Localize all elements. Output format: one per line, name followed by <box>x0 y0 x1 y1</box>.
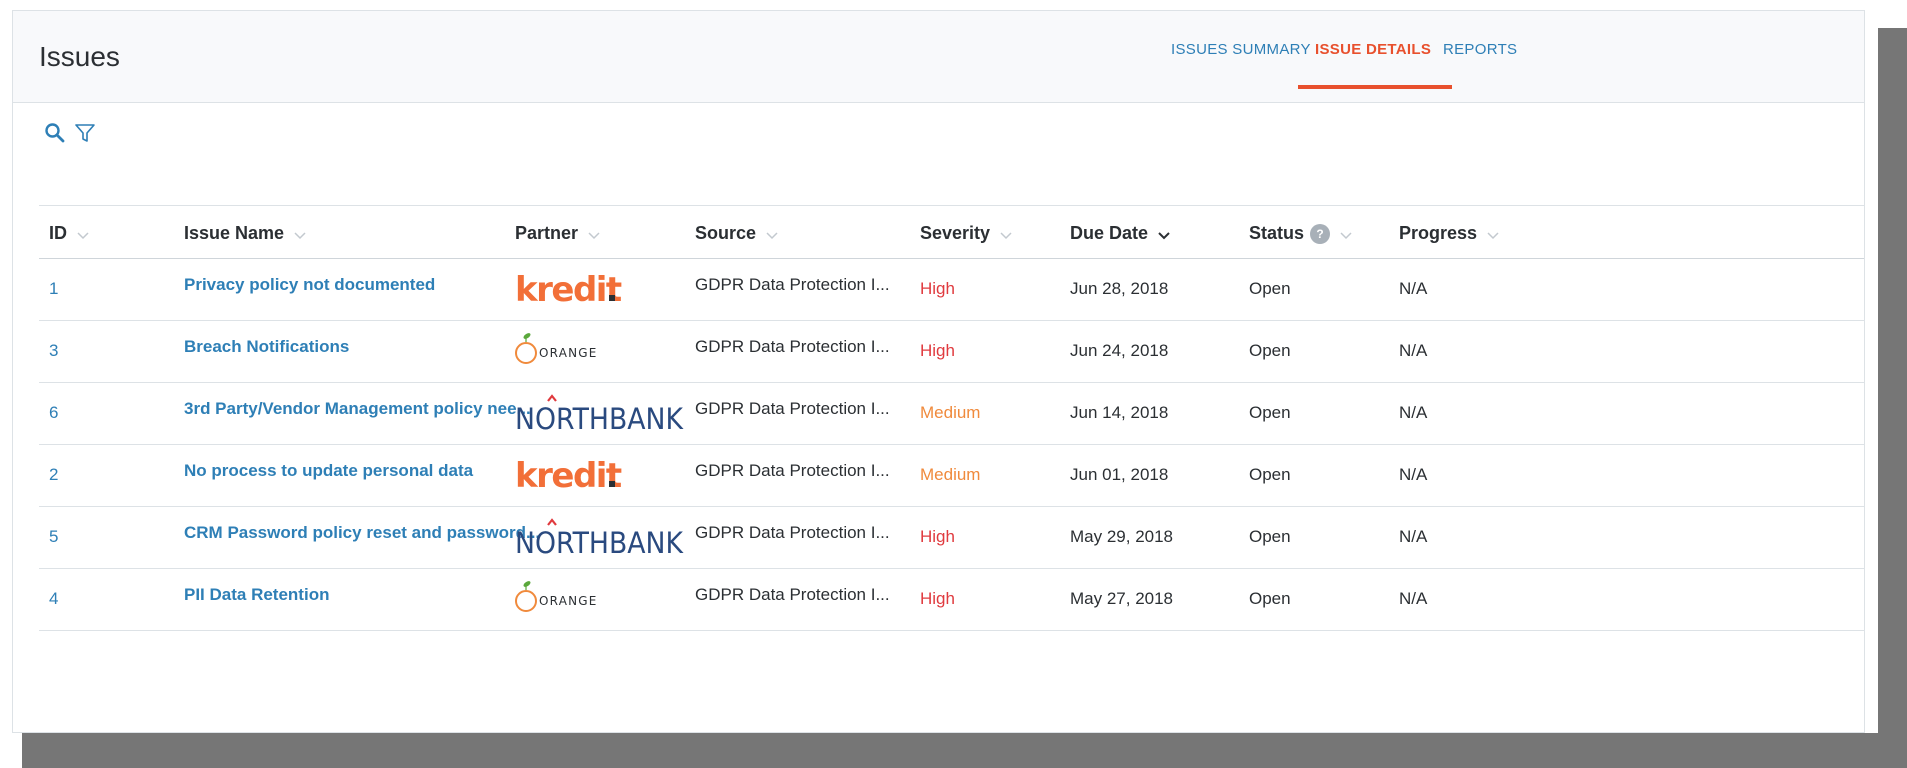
table-row[interactable]: 5 CRM Password policy reset and password… <box>39 507 1864 569</box>
chevron-down-icon <box>766 224 778 245</box>
due-date-cell: Jun 14, 2018 <box>1070 403 1169 422</box>
chevron-down-icon <box>588 224 600 245</box>
severity-cell: High <box>920 279 955 298</box>
table-row[interactable]: 3 Breach Notifications ORANGE GDPR Data … <box>39 321 1864 383</box>
column-header-status[interactable]: Status? <box>1249 223 1352 245</box>
issue-name-link[interactable]: 3rd Party/Vendor Management policy nee..… <box>184 399 531 419</box>
issues-panel: Issues ISSUES SUMMARY ISSUE DETAILS REPO… <box>12 10 1865 733</box>
column-label: Partner <box>515 223 579 243</box>
column-label: Due Date <box>1070 223 1149 243</box>
status-cell: Open <box>1249 279 1291 298</box>
status-cell: Open <box>1249 527 1291 546</box>
issue-name-link[interactable]: No process to update personal data <box>184 461 473 481</box>
partner-logo-orange: ORANGE <box>515 577 625 626</box>
source-cell: GDPR Data Protection I... <box>695 523 890 542</box>
page-header: Issues ISSUES SUMMARY ISSUE DETAILS REPO… <box>13 11 1864 103</box>
issue-name-link[interactable]: Privacy policy not documented <box>184 275 435 295</box>
issue-id-link[interactable]: 2 <box>49 465 58 485</box>
source-cell: GDPR Data Protection I... <box>695 275 890 294</box>
svg-text:NORTHBANK: NORTHBANK <box>515 402 684 435</box>
svg-text:kredit: kredit <box>515 456 622 496</box>
svg-text:ORANGE: ORANGE <box>539 594 598 608</box>
partner-logo-northbank: NORTHBANK <box>515 391 685 440</box>
status-cell: Open <box>1249 589 1291 608</box>
partner-logo-orange: ORANGE <box>515 329 625 378</box>
window-shadow-right <box>1878 28 1907 768</box>
issue-id-link[interactable]: 3 <box>49 341 58 361</box>
svg-text:kredit: kredit <box>515 270 622 310</box>
table-header: ID Issue Name Partner Source Severity Du… <box>39 205 1864 259</box>
svg-text:NORTHBANK: NORTHBANK <box>515 526 684 559</box>
source-cell: GDPR Data Protection I... <box>695 461 890 480</box>
column-header-source[interactable]: Source <box>695 223 778 245</box>
issue-id-link[interactable]: 6 <box>49 403 58 423</box>
issue-name-link[interactable]: Breach Notifications <box>184 337 349 357</box>
column-label: Status <box>1249 223 1305 243</box>
partner-logo-kredit: kredit <box>515 267 625 316</box>
table-row[interactable]: 2 No process to update personal data kre… <box>39 445 1864 507</box>
issue-name-link[interactable]: PII Data Retention <box>184 585 329 605</box>
table-row[interactable]: 1 Privacy policy not documented kredit G… <box>39 259 1864 321</box>
issue-id-link[interactable]: 4 <box>49 589 58 609</box>
column-header-partner[interactable]: Partner <box>515 223 600 245</box>
active-tab-indicator <box>1298 85 1452 89</box>
tab-issue-details[interactable]: ISSUE DETAILS <box>1315 41 1431 58</box>
window-shadow-bottom <box>22 733 1907 768</box>
search-icon[interactable] <box>43 121 67 145</box>
column-label: Issue Name <box>184 223 285 243</box>
severity-cell: High <box>920 527 955 546</box>
progress-cell: N/A <box>1399 465 1428 484</box>
status-cell: Open <box>1249 403 1291 422</box>
severity-cell: High <box>920 341 955 360</box>
column-label: Source <box>695 223 757 243</box>
progress-cell: N/A <box>1399 403 1428 422</box>
severity-cell: Medium <box>920 403 981 422</box>
due-date-cell: Jun 24, 2018 <box>1070 341 1169 360</box>
help-icon[interactable]: ? <box>1310 224 1331 245</box>
due-date-cell: Jun 28, 2018 <box>1070 279 1169 298</box>
column-header-id[interactable]: ID <box>49 223 89 245</box>
column-header-severity[interactable]: Severity <box>920 223 1012 245</box>
due-date-cell: May 29, 2018 <box>1070 527 1174 546</box>
progress-cell: N/A <box>1399 527 1428 546</box>
source-cell: GDPR Data Protection I... <box>695 399 890 418</box>
column-header-due-date[interactable]: Due Date <box>1070 223 1170 245</box>
partner-logo-kredit: kredit <box>515 453 625 502</box>
progress-cell: N/A <box>1399 279 1428 298</box>
issue-id-link[interactable]: 1 <box>49 279 58 299</box>
chevron-down-icon <box>1000 224 1012 245</box>
table-row[interactable]: 6 3rd Party/Vendor Management policy nee… <box>39 383 1864 445</box>
page-title: Issues <box>39 41 120 72</box>
progress-cell: N/A <box>1399 341 1428 360</box>
status-cell: Open <box>1249 341 1291 360</box>
column-label: Progress <box>1399 223 1478 243</box>
partner-logo-northbank: NORTHBANK <box>515 515 685 564</box>
progress-cell: N/A <box>1399 589 1428 608</box>
due-date-cell: Jun 01, 2018 <box>1070 465 1169 484</box>
chevron-down-icon <box>77 224 89 245</box>
tab-reports[interactable]: REPORTS <box>1443 41 1517 58</box>
chevron-down-icon <box>1487 224 1499 245</box>
issue-name-link[interactable]: CRM Password policy reset and password..… <box>184 523 540 543</box>
severity-cell: Medium <box>920 465 981 484</box>
column-label: Severity <box>920 223 991 243</box>
tab-issues-summary[interactable]: ISSUES SUMMARY <box>1171 41 1311 58</box>
column-header-issue-name[interactable]: Issue Name <box>184 223 306 245</box>
svg-text:ORANGE: ORANGE <box>539 346 598 360</box>
due-date-cell: May 27, 2018 <box>1070 589 1174 608</box>
sort-descending-icon <box>1158 224 1170 245</box>
chevron-down-icon <box>1340 224 1352 245</box>
filter-icon[interactable] <box>73 121 97 145</box>
source-cell: GDPR Data Protection I... <box>695 585 890 604</box>
column-header-progress[interactable]: Progress <box>1399 223 1499 245</box>
issue-id-link[interactable]: 5 <box>49 527 58 547</box>
column-label: ID <box>49 223 67 243</box>
table-row[interactable]: 4 PII Data Retention ORANGE GDPR Data Pr… <box>39 569 1864 631</box>
source-cell: GDPR Data Protection I... <box>695 337 890 356</box>
status-cell: Open <box>1249 465 1291 484</box>
chevron-down-icon <box>294 224 306 245</box>
severity-cell: High <box>920 589 955 608</box>
